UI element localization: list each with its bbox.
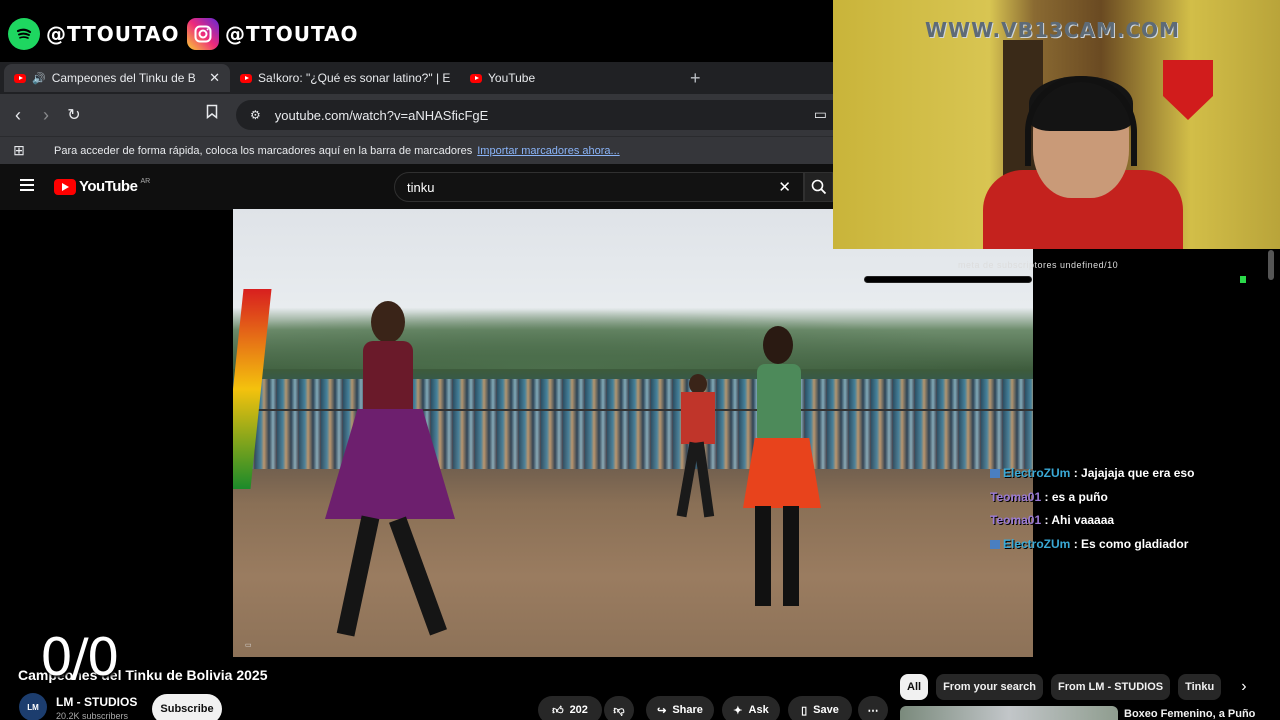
instagram-handle-text: @TTOUTAO [225, 22, 359, 46]
chat-overlay: ElectroZUm : Jajajaja que era eso Teoma0… [990, 462, 1270, 556]
dislike-button[interactable]: 👎︎ [604, 696, 634, 720]
url-text: youtube.com/watch?v=aNHASficFgE [274, 107, 489, 123]
youtube-play-icon [54, 178, 76, 195]
sub-goal-text: meta de subscriptores undefined/10 [958, 260, 1119, 270]
chat-user: ElectroZUm [1003, 466, 1071, 480]
chat-badge-icon [990, 469, 1000, 479]
tab-title: Campeones del Tinku de Boli [51, 71, 196, 85]
youtube-favicon-icon [240, 73, 252, 83]
channel-subscribers: 20.2K subscribers [56, 711, 129, 720]
share-label: Share [672, 704, 703, 716]
webcam-watermark: WWW.VB13CAM.COM [925, 18, 1180, 42]
search-button[interactable] [804, 172, 833, 202]
address-toolbar: ‹ › ↻ ⚙ youtube.com/watch?v=aNHASficFgE … [0, 94, 833, 136]
related-filter-chips: All From your search From LM - STUDIOS T… [900, 674, 1247, 700]
search-value: tinku [407, 179, 435, 195]
page-scrollbar[interactable] [1268, 250, 1274, 280]
save-label: Save [813, 704, 839, 716]
bookmark-icon[interactable] [206, 104, 218, 123]
speaker-icon: 🔊 [32, 72, 46, 85]
reload-icon[interactable]: ↻ [60, 105, 88, 125]
chat-text: : Ahi vaaaaa [1044, 513, 1115, 527]
menu-hamburger-icon[interactable] [20, 179, 34, 194]
recommended-thumbnail[interactable] [900, 706, 1118, 720]
spotify-handle-text: @TTOUTAO [46, 22, 180, 46]
chip-all[interactable]: All [900, 674, 929, 700]
chat-badge-icon [990, 539, 1000, 549]
chat-text: : Es como gladiador [1073, 536, 1189, 551]
youtube-favicon-icon [14, 73, 26, 83]
thumbs-down-icon: 👎︎ [613, 704, 625, 717]
cast-icon[interactable]: ▭ [814, 106, 827, 123]
chat-message: Teoma01 : es a puño [990, 486, 1270, 510]
thumbs-up-icon: 👍︎ [552, 704, 564, 717]
instagram-handle: @TTOUTAO [187, 18, 359, 50]
back-arrow-icon[interactable]: ‹ [4, 105, 32, 126]
ask-button[interactable]: ✦ Ask [722, 696, 780, 720]
search-input[interactable]: tinku ✕ [394, 172, 804, 202]
sparkle-icon: ✦ [733, 704, 743, 717]
site-settings-icon[interactable]: ⚙ [250, 108, 261, 122]
social-handles-bar: @TTOUTAO @TTOUTAO [0, 0, 833, 62]
import-bookmarks-link[interactable]: Importar marcadores ahora... [477, 145, 619, 157]
youtube-header: YouTube AR tinku ✕ [0, 164, 833, 210]
apps-grid-icon[interactable]: ⊞ [0, 142, 38, 159]
url-field[interactable]: ⚙ youtube.com/watch?v=aNHASficFgE ▭ [236, 100, 833, 130]
like-count: 202 [569, 704, 588, 716]
chip-from-search[interactable]: From your search [936, 674, 1043, 700]
referee [673, 374, 723, 524]
tab-title: Sa!koro: "¿Qué es sonar latino?" | Ent [258, 71, 450, 85]
fighter-right [741, 326, 831, 616]
club-badge-image [1163, 60, 1213, 120]
youtube-logo[interactable]: YouTube AR [54, 178, 150, 195]
chat-text: : Jajajaja que era eso [1073, 466, 1195, 480]
channel-name[interactable]: LM - STUDIOS [56, 695, 137, 709]
chat-text: : es a puño [1044, 489, 1108, 504]
subscribe-button[interactable]: Subscribe [152, 694, 222, 720]
stream-counter: 0/0 [40, 628, 120, 688]
chat-user: ElectroZUm [1003, 536, 1071, 551]
chat-message: Teoma01 : Ahi vaaaaa [990, 509, 1270, 533]
chat-user: Teoma01 [990, 513, 1042, 527]
chat-message: ElectroZUm : Jajajaja que era eso [990, 462, 1270, 486]
share-button[interactable]: ↪ Share [646, 696, 714, 720]
spotify-icon [8, 18, 40, 50]
bookmarks-bar: ⊞ Para acceder de forma rápida, coloca l… [0, 136, 833, 164]
chat-user: Teoma01 [990, 489, 1042, 504]
tab-sakoro[interactable]: Sa!koro: "¿Qué es sonar latino?" | Ent [230, 64, 460, 92]
chevron-right-icon[interactable]: › [1241, 678, 1246, 696]
forward-arrow-icon[interactable]: › [32, 105, 60, 126]
channel-avatar[interactable]: LM [19, 693, 47, 720]
video-corner-watermark: ▭ [245, 642, 252, 649]
search-icon [811, 179, 826, 195]
share-icon: ↪ [657, 704, 667, 717]
chat-message: ElectroZUm : Es como gladiador [990, 533, 1270, 557]
like-button[interactable]: 👍︎ 202 [538, 696, 602, 720]
instagram-icon [187, 18, 219, 50]
sub-goal-progress-bar [864, 276, 1032, 283]
tab-tinku[interactable]: 🔊 Campeones del Tinku de Boli ✕ [4, 64, 230, 92]
close-icon[interactable]: ✕ [209, 70, 220, 86]
save-icon: ▯ [801, 704, 808, 717]
more-dots-icon: ⋯ [867, 704, 879, 717]
recommended-title[interactable]: Boxeo Femenino, a Puño [1124, 708, 1255, 720]
ask-label: Ask [748, 704, 769, 716]
clear-search-icon[interactable]: ✕ [778, 178, 791, 196]
country-code: AR [140, 178, 151, 185]
tab-youtube[interactable]: YouTube [460, 64, 680, 92]
live-indicator-icon [1240, 276, 1246, 283]
spotify-handle: @TTOUTAO [8, 18, 180, 50]
tab-title: YouTube [488, 71, 536, 85]
new-tab-plus-icon[interactable]: + [690, 68, 701, 89]
youtube-favicon-icon [470, 73, 482, 83]
webcam-overlay: WWW.VB13CAM.COM [833, 0, 1280, 249]
youtube-wordmark: YouTube [79, 178, 138, 195]
save-button[interactable]: ▯ Save [788, 696, 852, 720]
browser-tab-strip: 🔊 Campeones del Tinku de Boli ✕ Sa!koro:… [0, 62, 833, 94]
more-actions-button[interactable]: ⋯ [858, 696, 888, 720]
fighter-left [321, 301, 455, 651]
bookmarks-hint: Para acceder de forma rápida, coloca los… [54, 144, 473, 157]
chip-tinku[interactable]: Tinku [1178, 674, 1222, 700]
chip-from-channel[interactable]: From LM - STUDIOS [1050, 674, 1171, 700]
